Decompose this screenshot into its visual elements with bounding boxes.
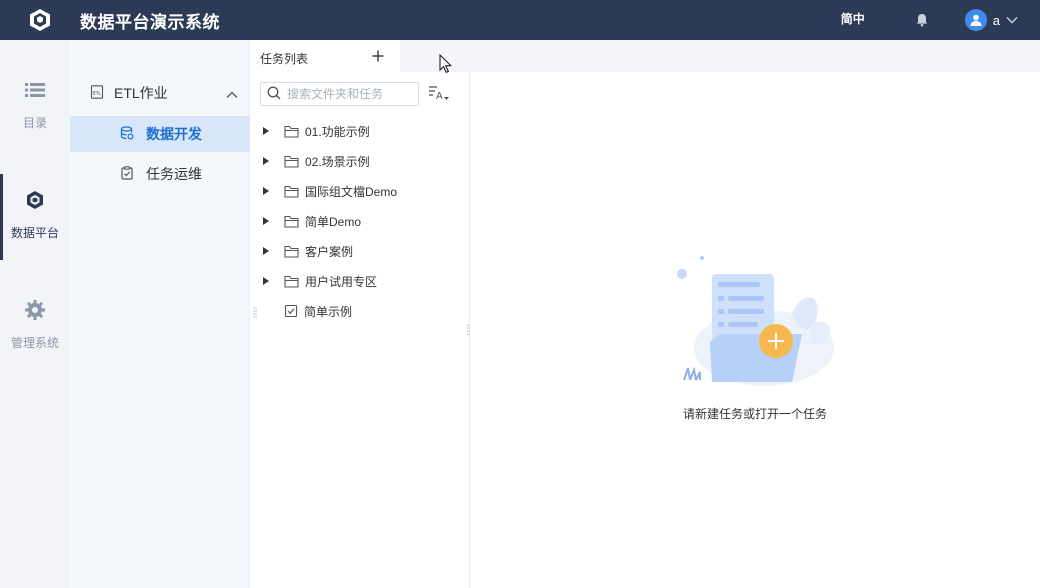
chevron-up-icon[interactable]: [226, 86, 238, 102]
top-bar: 数据平台演示系统 简中 a: [0, 0, 1040, 40]
folder-icon: [284, 215, 299, 228]
cubes-icon: [0, 188, 70, 212]
tree-row[interactable]: 简单示例: [250, 296, 470, 326]
task-list-panel: 任务列表 A 01.功能示例 02.场景示例国际组文檔Demo 简单Demo 客户案例…: [250, 40, 470, 588]
clipboard-icon: [120, 165, 134, 183]
tree-row-label: 国际组文檔Demo: [305, 184, 398, 199]
language-switch[interactable]: 简中: [841, 10, 865, 27]
bell-icon[interactable]: [915, 13, 929, 27]
database-icon: [120, 125, 134, 143]
tree-row[interactable]: 02.场景示例: [250, 146, 470, 176]
chevron-down-icon[interactable]: [1006, 16, 1018, 24]
caret-right-icon[interactable]: [263, 156, 271, 166]
caret-right-icon[interactable]: [263, 246, 271, 256]
folder-icon: [284, 125, 299, 138]
sort-icon[interactable]: A: [428, 84, 450, 105]
rail-item-label: 管理系统: [10, 336, 59, 350]
caret-right-icon[interactable]: [263, 126, 271, 136]
search-input[interactable]: [287, 87, 411, 101]
tree-row-label: 02.场景示例: [305, 154, 370, 169]
task-panel-title: 任务列表: [260, 52, 309, 66]
rail-item-label: 目录: [22, 116, 47, 130]
search-icon: [267, 86, 281, 103]
folder-icon: [284, 245, 299, 258]
subnav-item-label: 数据开发: [146, 126, 202, 142]
rail-item-label: 数据平台: [10, 226, 59, 240]
search-box[interactable]: [260, 82, 419, 106]
rail-item-data-platform[interactable]: 数据平台: [0, 174, 70, 260]
svg-text:ETL: ETL: [93, 90, 101, 95]
tree-row-label: 客户案例: [305, 244, 354, 259]
tree-row[interactable]: 用户试用专区: [250, 266, 470, 296]
resize-handle-left[interactable]: [253, 306, 257, 323]
tree-row[interactable]: 01.功能示例: [250, 116, 470, 146]
gear-icon: [0, 298, 70, 322]
mouse-cursor-icon: [439, 53, 453, 77]
tree-row-label: 简单示例: [304, 304, 353, 319]
app-title: 数据平台演示系统: [80, 12, 220, 32]
tree-row-label: 01.功能示例: [305, 124, 370, 139]
task-tree: 01.功能示例 02.场景示例国际组文檔Demo 简单Demo 客户案例用户试用专区简…: [250, 116, 470, 326]
rail-item-catalog[interactable]: 目录: [0, 78, 70, 148]
add-task-button[interactable]: [370, 48, 386, 67]
folder-icon: [284, 185, 299, 198]
svg-text:A: A: [436, 91, 443, 102]
list-icon: [0, 78, 70, 102]
tree-row[interactable]: 国际组文檔Demo: [250, 176, 470, 206]
subnav-item-label: 任务运维: [146, 166, 202, 182]
empty-state-text: 请新建任务或打开一个任务: [682, 407, 827, 421]
tree-row-label: 简单Demo: [305, 214, 362, 229]
avatar[interactable]: [964, 9, 987, 31]
subnav-item-task-ops[interactable]: 任务运维: [70, 156, 250, 192]
etl-group-label: ETL作业: [114, 85, 168, 101]
tree-row-label: 用户试用专区: [305, 274, 378, 289]
rail-item-admin[interactable]: 管理系统: [0, 298, 70, 368]
user-name[interactable]: a: [993, 13, 1000, 28]
tree-row[interactable]: 简单Demo: [250, 206, 470, 236]
caret-right-icon[interactable]: [263, 216, 271, 226]
editor-tab-bar: [400, 40, 1040, 72]
sub-nav: ETL ETL作业 数据开发 任务运维: [70, 40, 250, 588]
caret-right-icon[interactable]: [263, 276, 271, 286]
subnav-item-data-dev[interactable]: 数据开发: [70, 116, 250, 152]
tree-row[interactable]: 客户案例: [250, 236, 470, 266]
etl-doc-icon: ETL: [90, 84, 104, 102]
user-menu[interactable]: a: [964, 9, 1018, 31]
caret-right-icon[interactable]: [263, 186, 271, 196]
folder-icon: [284, 155, 299, 168]
etl-group-header[interactable]: ETL ETL作业: [70, 78, 250, 108]
folder-icon: [284, 275, 299, 288]
task-check-icon: [284, 304, 298, 318]
left-rail: 目录 数据平台 管理系统: [0, 40, 70, 588]
cube-logo-icon[interactable]: [28, 8, 52, 32]
empty-state-illustration: [672, 254, 842, 392]
